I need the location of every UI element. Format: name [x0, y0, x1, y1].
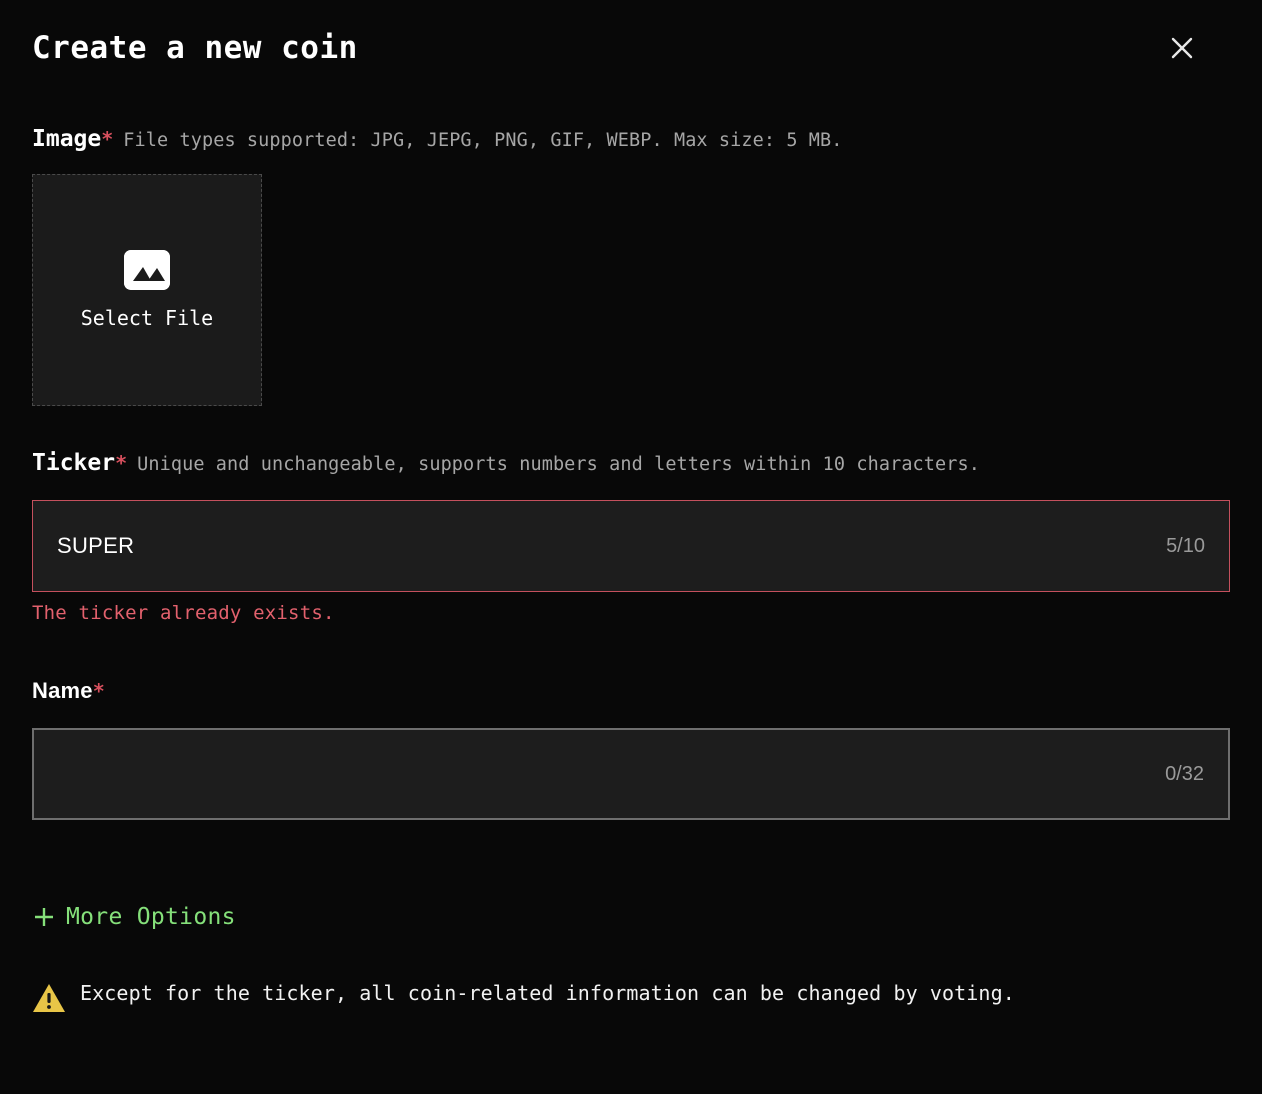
ticker-field-section: Ticker * Unique and unchangeable, suppor… [32, 450, 1230, 624]
warning-triangle-icon [33, 984, 65, 1012]
image-field-label: Image [32, 126, 102, 152]
image-field-hint: File types supported: JPG, JEPG, PNG, GI… [123, 130, 843, 151]
select-file-label: Select File [80, 306, 214, 330]
ticker-field-hint: Unique and unchangeable, supports number… [137, 454, 980, 475]
image-dropzone[interactable]: Select File [32, 174, 262, 406]
ticker-field-label-row: Ticker * Unique and unchangeable, suppor… [32, 450, 1230, 476]
close-button[interactable] [1162, 28, 1202, 68]
page-title: Create a new coin [32, 30, 358, 66]
name-char-counter: 0/32 [1165, 762, 1204, 785]
close-icon [1171, 37, 1193, 59]
name-field-section: Name * 0/32 [32, 678, 1230, 820]
name-input[interactable] [34, 730, 1166, 818]
ticker-error-message: The ticker already exists. [32, 602, 335, 624]
name-required-marker: * [92, 679, 105, 703]
name-field-label: Name [32, 678, 93, 703]
name-input-wrapper[interactable]: 0/32 [32, 728, 1230, 820]
ticker-field-label: Ticker [32, 450, 116, 476]
info-notice-text: Except for the ticker, all coin-related … [80, 981, 1015, 1005]
create-coin-modal: Create a new coin Image * File types sup… [0, 0, 1262, 1094]
more-options-label: More Options [66, 904, 236, 930]
ticker-required-marker: * [115, 451, 128, 475]
image-field-section: Image * File types supported: JPG, JEPG,… [32, 126, 1230, 406]
info-notice: Except for the ticker, all coin-related … [32, 979, 1230, 1013]
modal-header: Create a new coin [32, 0, 1230, 96]
name-field-label-row: Name * [32, 678, 1230, 704]
image-placeholder-icon [124, 250, 170, 290]
more-options-toggle[interactable]: More Options [32, 904, 236, 930]
image-field-label-row: Image * File types supported: JPG, JEPG,… [32, 126, 1230, 152]
plus-icon [35, 908, 53, 926]
ticker-input-wrapper[interactable]: 5/10 [32, 500, 1230, 592]
ticker-char-counter: 5/10 [1166, 534, 1205, 557]
image-required-marker: * [101, 127, 114, 151]
ticker-input[interactable] [33, 501, 1167, 591]
